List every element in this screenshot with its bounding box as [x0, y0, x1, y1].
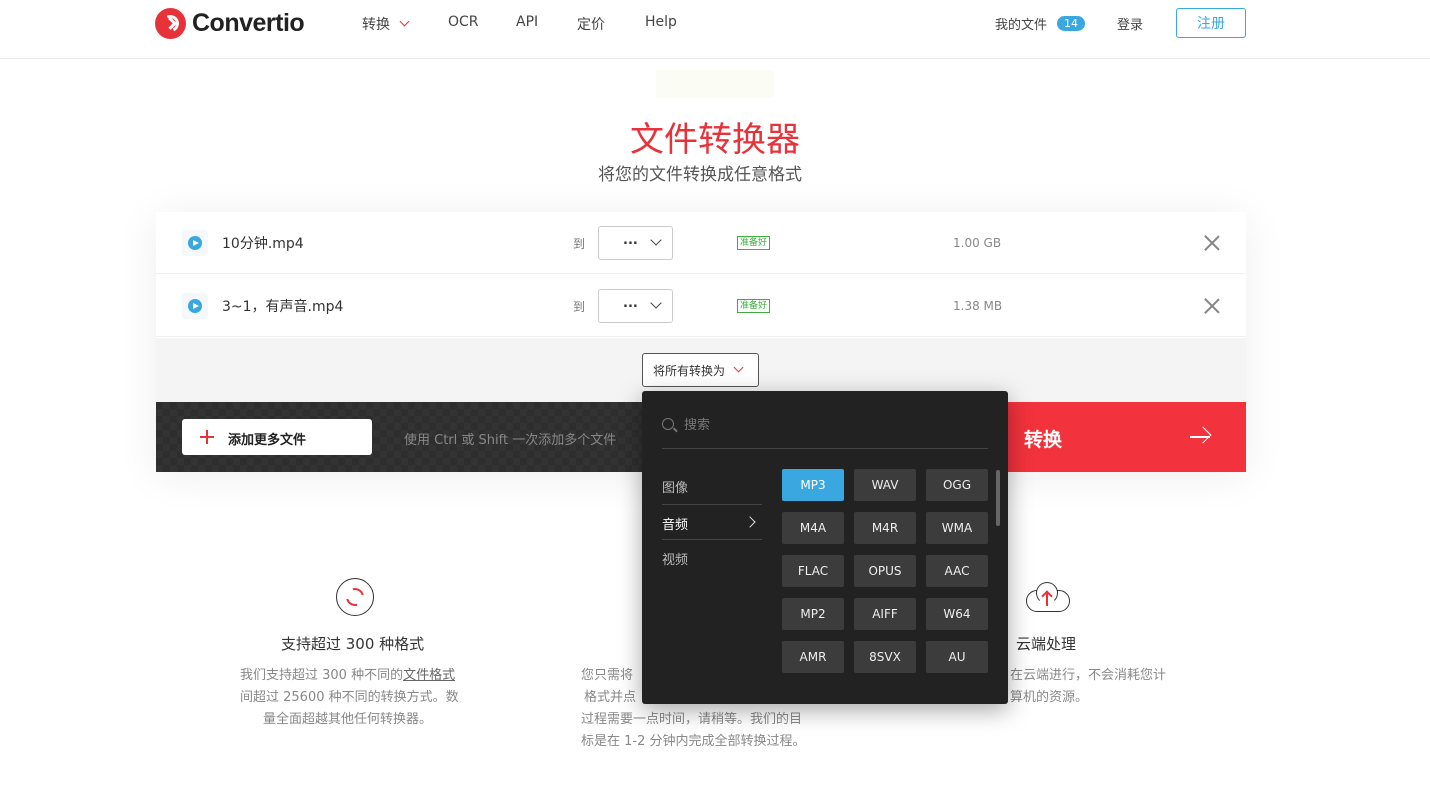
login-link[interactable]: 登录	[1117, 14, 1143, 33]
nav-ocr[interactable]: OCR	[448, 14, 479, 30]
arrow-right-icon	[1190, 428, 1210, 446]
file-formats-link[interactable]: 文件格式	[403, 668, 455, 683]
target-format-select[interactable]: ...	[598, 289, 673, 323]
add-more-files-button[interactable]: 添加更多文件	[182, 419, 372, 455]
convert-all-select[interactable]: 将所有转换为	[642, 353, 759, 387]
feature-desc-line: 算机的资源。	[1010, 690, 1089, 705]
page-subtitle: 将您的文件转换成任意格式	[598, 165, 802, 185]
promo-banner	[656, 70, 774, 98]
convert-label: 转换	[1024, 429, 1063, 451]
my-files-label: 我的文件	[995, 18, 1048, 33]
format-option-m4r[interactable]: M4R	[854, 512, 916, 544]
nav-api[interactable]: API	[516, 14, 538, 30]
status-badge: 准备好	[737, 299, 771, 313]
upload-arrow-icon	[1046, 592, 1048, 606]
format-option-au[interactable]: AU	[926, 641, 988, 673]
chevron-down-icon	[733, 362, 744, 373]
category-audio-label: 音频	[662, 518, 689, 533]
format-option-m4a[interactable]: M4A	[782, 512, 844, 544]
chevron-right-icon	[744, 516, 756, 528]
login-label: 登录	[1117, 18, 1144, 33]
page-title: 文件转换器	[630, 120, 800, 160]
format-search	[662, 411, 988, 449]
my-files-count-badge: 14	[1057, 16, 1086, 31]
feature-desc-line: 过程需要一点时间，请稍等。我们的目	[581, 712, 803, 727]
multi-select-hint: 使用 Ctrl 或 Shift 一次添加多个文件	[404, 433, 617, 448]
chevron-down-icon	[650, 297, 662, 309]
nav-convert-label: 转换	[362, 17, 390, 33]
feature-desc-line: 量全面超越其他任何转换器。	[263, 712, 433, 727]
format-option-ogg[interactable]: OGG	[926, 469, 988, 501]
file-size: 1.00 GB	[953, 236, 1002, 250]
feature-title: 云端处理	[1016, 635, 1077, 653]
category-video[interactable]: 视频	[662, 540, 762, 576]
format-option-aiff[interactable]: AIFF	[854, 598, 916, 630]
logo[interactable]: Convertio	[155, 7, 305, 39]
format-dropdown: 图像 音频 视频 MP3 WAV OGG M4A M4R WMA FLAC OP…	[642, 391, 1008, 704]
format-option-opus[interactable]: OPUS	[854, 555, 916, 587]
format-option-amr[interactable]: AMR	[782, 641, 844, 673]
status-badge: 准备好	[737, 236, 771, 250]
target-format-value: ...	[623, 233, 638, 248]
nav-pricing-label: 定价	[577, 17, 605, 33]
format-option-w64[interactable]: W64	[926, 598, 988, 630]
feature-desc-line: 我们支持超过 300 种不同的	[240, 668, 404, 683]
my-files-link[interactable]: 我的文件 14	[995, 14, 1086, 33]
format-option-mp3[interactable]: MP3	[782, 469, 844, 501]
convert-all-label: 将所有转换为	[653, 363, 726, 378]
format-option-wav[interactable]: WAV	[854, 469, 916, 501]
close-icon[interactable]	[1204, 298, 1220, 314]
nav-api-label: API	[516, 14, 539, 30]
nav-convert[interactable]: 转换	[362, 14, 410, 34]
file-name: 10分钟.mp4	[222, 236, 304, 252]
nav-help[interactable]: Help	[645, 14, 677, 30]
file-name: 3~1，有声音.mp4	[222, 299, 344, 315]
format-option-aac[interactable]: AAC	[926, 555, 988, 587]
nav-pricing[interactable]: 定价	[577, 14, 605, 34]
target-format-select[interactable]: ...	[598, 226, 673, 260]
format-option-wma[interactable]: WMA	[926, 512, 988, 544]
signup-button[interactable]: 注册	[1176, 8, 1246, 38]
feature-title: 支持超过 300 种格式	[281, 635, 425, 653]
chevron-down-icon	[399, 16, 410, 27]
file-row: 10分钟.mp4 到 ... 准备好 1.00 GB	[156, 212, 1246, 274]
video-play-icon[interactable]	[182, 230, 208, 256]
format-option-8svx[interactable]: 8SVX	[854, 641, 916, 673]
plus-icon	[200, 430, 214, 444]
format-option-flac[interactable]: FLAC	[782, 555, 844, 587]
format-option-mp2[interactable]: MP2	[782, 598, 844, 630]
category-audio[interactable]: 音频	[662, 504, 762, 540]
close-icon[interactable]	[1204, 235, 1220, 251]
logo-text: Convertio	[192, 8, 305, 37]
top-header: Convertio 转换 OCR API 定价 Help 我的文件 14 登录 …	[0, 0, 1430, 59]
chevron-down-icon	[650, 234, 662, 246]
add-more-label: 添加更多文件	[228, 433, 307, 448]
feature-description: 在云端进行，不会消耗您计 算机的资源。	[1010, 665, 1180, 709]
feature-description: 我们支持超过 300 种不同的文件格式 间超过 25600 种不同的转换方式。数…	[240, 665, 480, 731]
feature-desc-line: 在云端进行，不会消耗您计	[1010, 668, 1167, 683]
sync-icon	[336, 578, 374, 616]
nav-help-label: Help	[645, 14, 677, 30]
video-play-icon[interactable]	[182, 293, 208, 319]
feature-desc-line: 标是在 1-2 分钟内完成全部转换过程。	[581, 734, 806, 749]
feature-desc-line: 间超过 25600 种不同的转换方式。数	[240, 690, 459, 705]
search-icon	[662, 418, 674, 430]
to-label: 到	[573, 237, 586, 251]
nav-ocr-label: OCR	[448, 14, 479, 30]
target-format-value: ...	[623, 296, 638, 311]
format-search-input[interactable]	[684, 413, 974, 437]
to-label: 到	[573, 300, 586, 314]
category-image[interactable]: 图像	[662, 468, 762, 504]
convertio-logo-icon	[155, 7, 186, 39]
dropdown-scrollbar[interactable]	[996, 470, 1000, 526]
file-row: 3~1，有声音.mp4 到 ... 准备好 1.38 MB	[156, 275, 1246, 337]
file-size: 1.38 MB	[953, 299, 1003, 313]
